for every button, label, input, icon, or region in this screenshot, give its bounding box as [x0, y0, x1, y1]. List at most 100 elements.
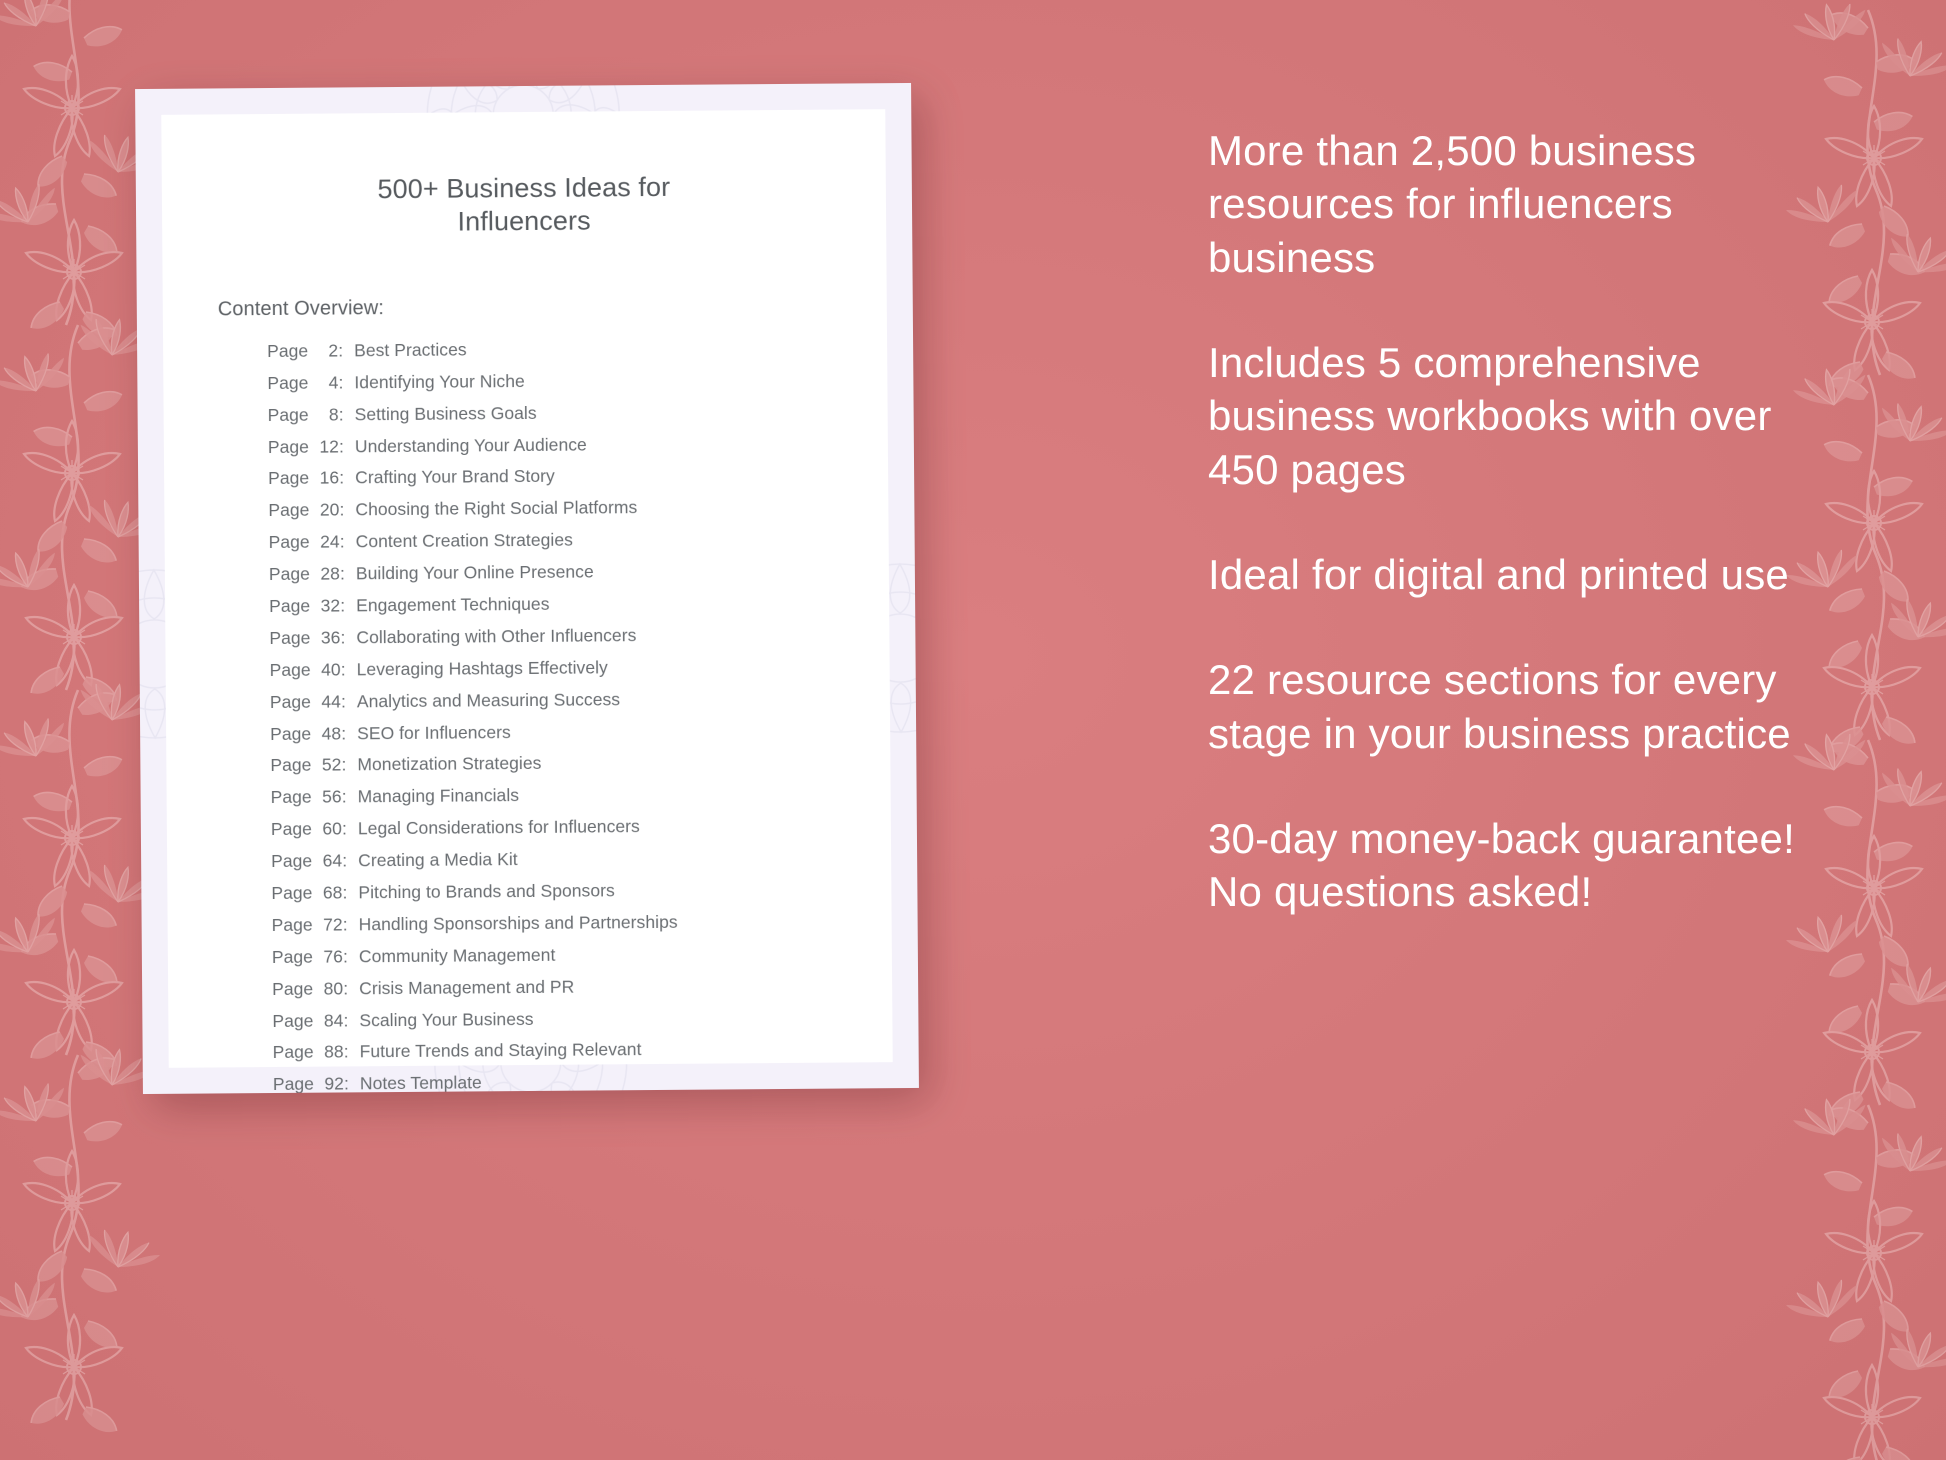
toc-entry: Page 72: Handling Sponsorships and Partner… [271, 911, 852, 935]
toc-colon: : [343, 978, 349, 999]
toc-page-number: 12 [319, 436, 340, 457]
marketing-point: More than 2,500 business resources for i… [1208, 127, 1697, 281]
toc-entry: Page 8: Setting Business Goals [267, 402, 848, 425]
toc-entry: Page 92: Notes Template [273, 1072, 853, 1094]
toc-entry: Page 32: Engagement Techniques [269, 593, 849, 616]
toc-entry: Page 20: Choosing the Right Social Platfor… [268, 497, 848, 521]
toc-entry-title: Future Trends and Staying Relevant [359, 1039, 642, 1062]
toc-page-number: 32 [320, 595, 341, 616]
table-of-contents: Page 2: Best Practices Page 4: Identifying Yo… [267, 338, 853, 1094]
toc-entry-title: Notes Template [359, 1072, 482, 1094]
toc-entry-title: Scaling Your Business [359, 1008, 534, 1030]
toc-page-number: 36 [320, 627, 341, 648]
toc-page-word: Page [269, 691, 312, 712]
toc-entry: Page 28: Building Your Online Presence [268, 561, 849, 585]
toc-page-word: Page [272, 978, 314, 999]
toc-colon: : [343, 1073, 349, 1094]
toc-entry: Page 16: Crafting Your Brand Story [268, 466, 848, 488]
toc-page-number: 56 [322, 786, 342, 807]
toc-colon: : [342, 882, 348, 903]
toc-page-number: 40 [321, 659, 341, 680]
toc-page-number: 60 [322, 818, 343, 839]
toc-page-word: Page [272, 1074, 315, 1095]
toc-page-word: Page [271, 850, 313, 872]
toc-entry-title: Creating a Media Kit [358, 849, 518, 871]
toc-entry-title: Leveraging Hashtags Effectively [356, 657, 608, 680]
toc-entry-title: Collaborating with Other Influencers [356, 625, 637, 648]
toc-entry-title: SEO for Influencers [357, 721, 511, 743]
toc-colon: : [341, 754, 347, 775]
toc-entry: Page 76: Community Management [271, 944, 852, 967]
toc-page-word: Page [268, 500, 310, 521]
toc-colon: : [338, 340, 344, 361]
toc-page-word: Page [269, 659, 311, 680]
toc-entry-title: Engagement Techniques [356, 593, 550, 616]
toc-page-number: 16 [319, 467, 340, 489]
toc-page-word: Page [267, 372, 309, 393]
toc-page-number: 4 [328, 372, 339, 393]
toc-page-word: Page [271, 882, 313, 904]
toc-entry: Page 40: Leveraging Hashtags Effectively [269, 657, 850, 680]
toc-entry-title: Choosing the Right Social Platforms [355, 497, 638, 520]
toc-colon: : [339, 499, 345, 520]
toc-entry: Page 12: Understanding Your Audience [268, 434, 848, 457]
toc-entry: Page 36: Collaborating with Other Influenc… [269, 625, 849, 648]
toc-page-number: 52 [321, 754, 342, 776]
toc-colon: : [339, 467, 345, 488]
toc-page-word: Page [271, 946, 314, 967]
toc-entry-title: Analytics and Measuring Success [356, 688, 621, 712]
toc-entry: Page 56: Managing Financials [271, 785, 851, 807]
toc-entry: Page 84: Scaling Your Business [272, 1008, 852, 1031]
document-mockup: 500+ Business Ideas for Influencers Cont… [135, 82, 919, 1095]
content-overview-label: Content Overview: [217, 296, 385, 321]
document-title: 500+ Business Ideas for Influencers [377, 171, 671, 237]
toc-page-number: 28 [320, 563, 341, 584]
toc-entry-title: Monetization Strategies [357, 753, 542, 775]
toc-page-number: 68 [322, 882, 343, 903]
toc-page-number: 72 [323, 914, 343, 935]
toc-entry: Page 2: Best Practices [267, 338, 847, 361]
toc-page-number: 24 [320, 531, 340, 552]
marketing-point: 22 resource sections for every stage in … [1208, 656, 1791, 757]
document-frame: 500+ Business Ideas for Influencers Cont… [135, 82, 919, 1095]
toc-page-number: 84 [323, 1010, 344, 1031]
toc-page-word: Page [270, 723, 312, 744]
toc-colon: : [340, 627, 346, 648]
toc-page-word: Page [267, 404, 309, 425]
toc-page-word: Page [270, 818, 313, 840]
marketing-point: 30-day money-back guarantee! No question… [1208, 814, 1795, 916]
toc-page-word: Page [272, 1010, 314, 1031]
toc-page-word: Page [268, 468, 310, 489]
marketing-point: Ideal for digital and printed use [1208, 550, 1789, 598]
toc-entry-title: Pitching to Brands and Sponsors [358, 880, 615, 903]
toc-page-word: Page [268, 531, 310, 553]
toc-entry-title: Handling Sponsorships and Partnerships [358, 911, 678, 935]
toc-entry-title: Understanding Your Audience [354, 434, 587, 456]
toc-page-word: Page [268, 563, 311, 585]
toc-colon: : [338, 372, 344, 393]
toc-colon: : [338, 404, 344, 425]
toc-entry: Page 44: Analytics and Measuring Success [269, 688, 850, 712]
toc-entry-title: Identifying Your Niche [354, 370, 525, 393]
toc-entry-title: Crisis Management and PR [359, 976, 575, 999]
toc-colon: : [342, 850, 348, 871]
toc-page-word: Page [269, 627, 311, 648]
toc-page-number: 64 [322, 850, 343, 871]
toc-page-word: Page [271, 914, 313, 935]
toc-page-word: Page [272, 1042, 314, 1063]
toc-colon: : [339, 563, 345, 584]
toc-entry: Page 24: Content Creation Strategies [269, 530, 849, 552]
toc-page-number: 80 [323, 978, 344, 999]
toc-page-number: 88 [324, 1041, 344, 1063]
toc-entry: Page 60: Legal Considerations for Influenc… [270, 816, 851, 840]
toc-entry-title: Building Your Online Presence [355, 561, 594, 584]
toc-page-number: 2 [328, 340, 339, 361]
toc-page-word: Page [270, 755, 312, 776]
toc-colon: : [343, 1041, 349, 1062]
toc-entry: Page 52: Monetization Strategies [270, 753, 850, 775]
toc-entry: Page 64: Creating a Media Kit [271, 849, 851, 871]
toc-colon: : [341, 786, 347, 807]
toc-colon: : [341, 722, 347, 744]
toc-page-number: 76 [323, 946, 344, 967]
toc-colon: : [340, 595, 346, 616]
